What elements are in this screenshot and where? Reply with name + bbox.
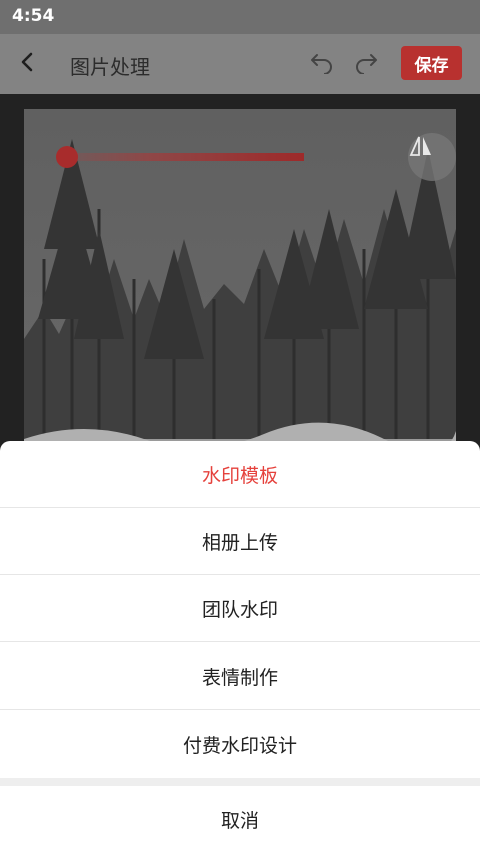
- menu-item-watermark-template[interactable]: 水印模板: [0, 441, 480, 508]
- opacity-slider[interactable]: [66, 153, 396, 161]
- menu-item-paid-watermark-design[interactable]: 付费水印设计: [0, 711, 480, 778]
- undo-icon: [309, 50, 335, 78]
- status-time: 4:54: [12, 6, 55, 26]
- cancel-button[interactable]: 取消: [0, 786, 480, 853]
- header-bar: 图片处理 保存: [0, 34, 480, 94]
- menu-item-album-upload[interactable]: 相册上传: [0, 508, 480, 575]
- back-button[interactable]: [10, 46, 46, 82]
- redo-icon: [353, 50, 379, 78]
- save-button[interactable]: 保存: [401, 46, 462, 80]
- opacity-slider-handle[interactable]: [56, 146, 78, 168]
- status-bar: 4:54: [0, 0, 480, 34]
- action-sheet: 水印模板 相册上传 团队水印 表情制作 付费水印设计 取消: [0, 441, 480, 853]
- redo-button[interactable]: [350, 48, 382, 80]
- menu-item-sticker-maker[interactable]: 表情制作: [0, 643, 480, 710]
- sheet-divider: [0, 778, 480, 786]
- menu-item-team-watermark[interactable]: 团队水印: [0, 575, 480, 642]
- flip-button[interactable]: [408, 133, 456, 181]
- undo-button[interactable]: [306, 48, 338, 80]
- chevron-left-icon: [17, 51, 39, 77]
- page-title: 图片处理: [70, 55, 150, 79]
- opacity-slider-fill: [66, 153, 304, 161]
